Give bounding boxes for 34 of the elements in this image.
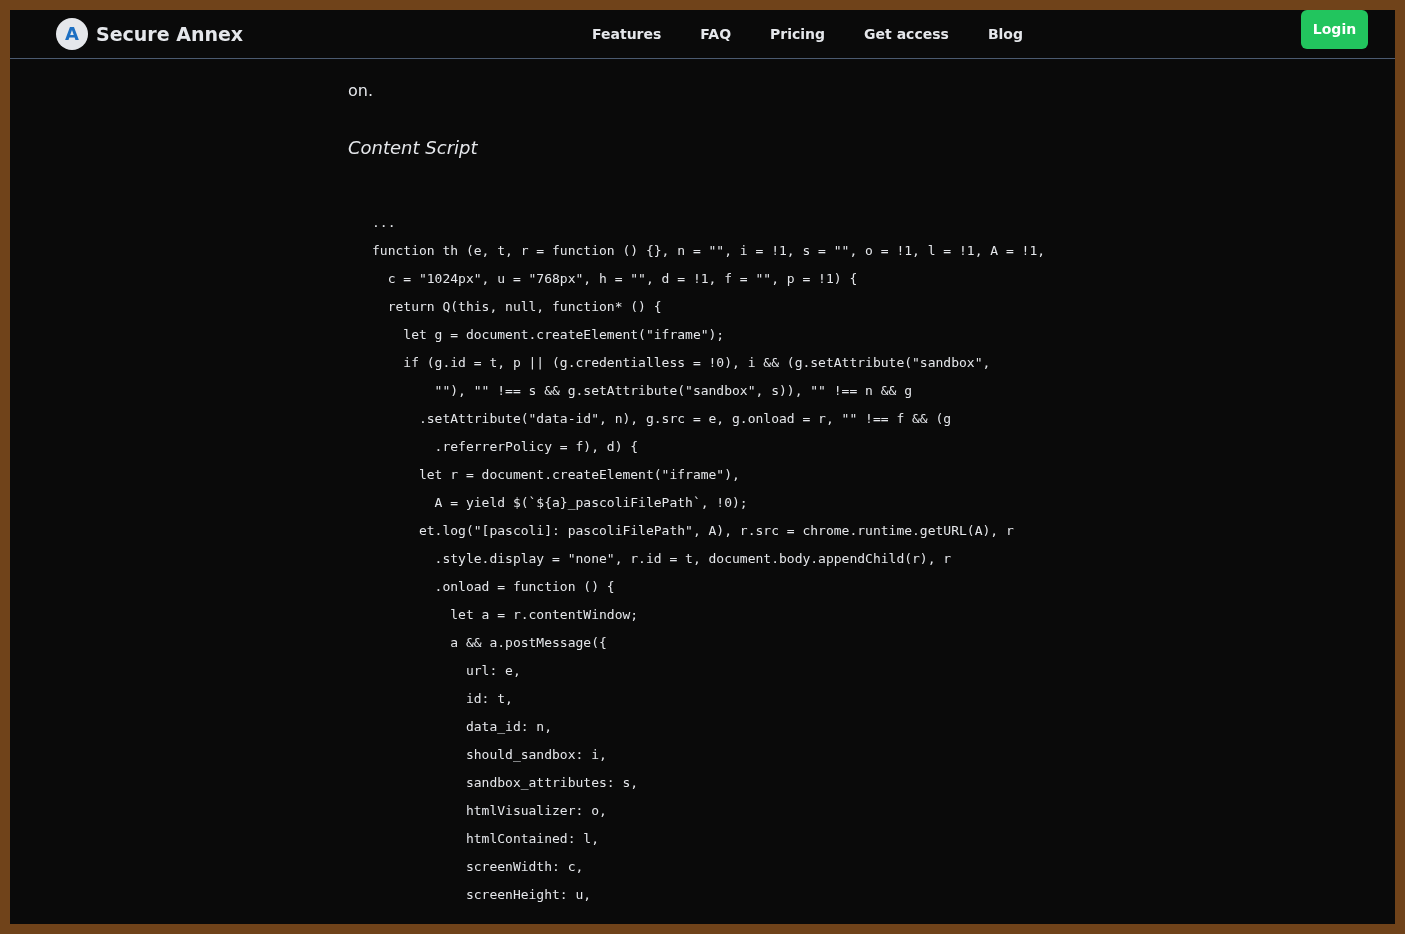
nav-link[interactable]: Blog: [987, 23, 1023, 45]
nav-link[interactable]: FAQ: [700, 23, 732, 45]
code-line: .onload = function () {: [433, 578, 615, 596]
code-line: let a = r.contentWindow;: [449, 606, 639, 624]
code-line: a && a.postMessage({: [449, 634, 607, 652]
nav-link[interactable]: Pricing: [770, 23, 826, 45]
paragraph-text: on.: [348, 80, 374, 102]
nav-link[interactable]: Features: [592, 23, 662, 45]
code-line: .style.display = "none", r.id = t, document.body.appendChild(r), r: [433, 550, 952, 568]
nav-link[interactable]: Get access: [864, 23, 949, 45]
code-line: htmlVisualizer: o,: [464, 802, 607, 820]
code-line: let g = document.createElement("iframe");: [402, 326, 725, 344]
code-line: id: t,: [464, 690, 513, 708]
code-line: .referrerPolicy = f), d) {: [433, 438, 639, 456]
code-line: url: e,: [464, 662, 521, 680]
code-line: screenWidth: c,: [464, 858, 584, 876]
code-line: ...: [372, 214, 396, 232]
code-line: et.log("[pascoli]: pascoliFilePath", A), r.src = chrome.runtime.getURL(A), r: [417, 522, 1014, 540]
code-line: .setAttribute("data-id", n), g.src = e, g.onload = r, "" !== f && (g: [417, 410, 952, 428]
code-line: should_sandbox: i,: [464, 746, 607, 764]
logo-icon: A: [56, 18, 88, 50]
code-line: screenHeight: u,: [464, 886, 592, 904]
code-line: c = "1024px", u = "768px", h = "", d = !1, f = "", p = !1) {: [386, 270, 858, 288]
code-line: htmlContained: l,: [464, 830, 599, 848]
code-line: A = yield $(`${a}_pascoliFilePath`, !0);: [433, 494, 748, 512]
code-line: data_id: n,: [464, 718, 552, 736]
code-line: let r = document.createElement("iframe"),: [417, 466, 740, 484]
code-line: function th (e, t, r = function () {}, n = "", i = !1, s = "", o = !1, l = !1, A = !1,: [372, 242, 1046, 260]
code-line: return Q(this, null, function* () {: [386, 298, 662, 316]
code-line: sandbox_attributes: s,: [464, 774, 639, 792]
section-heading: Content Script: [348, 136, 479, 160]
brand-name: Secure Annex: [96, 21, 244, 47]
code-line: ""), "" !== s && g.setAttribute("sandbox", s)), "" !== n && g: [433, 382, 913, 400]
code-line: if (g.id = t, p || (g.credentialless = !0), i && (g.setAttribute("sandbox",: [402, 354, 991, 372]
